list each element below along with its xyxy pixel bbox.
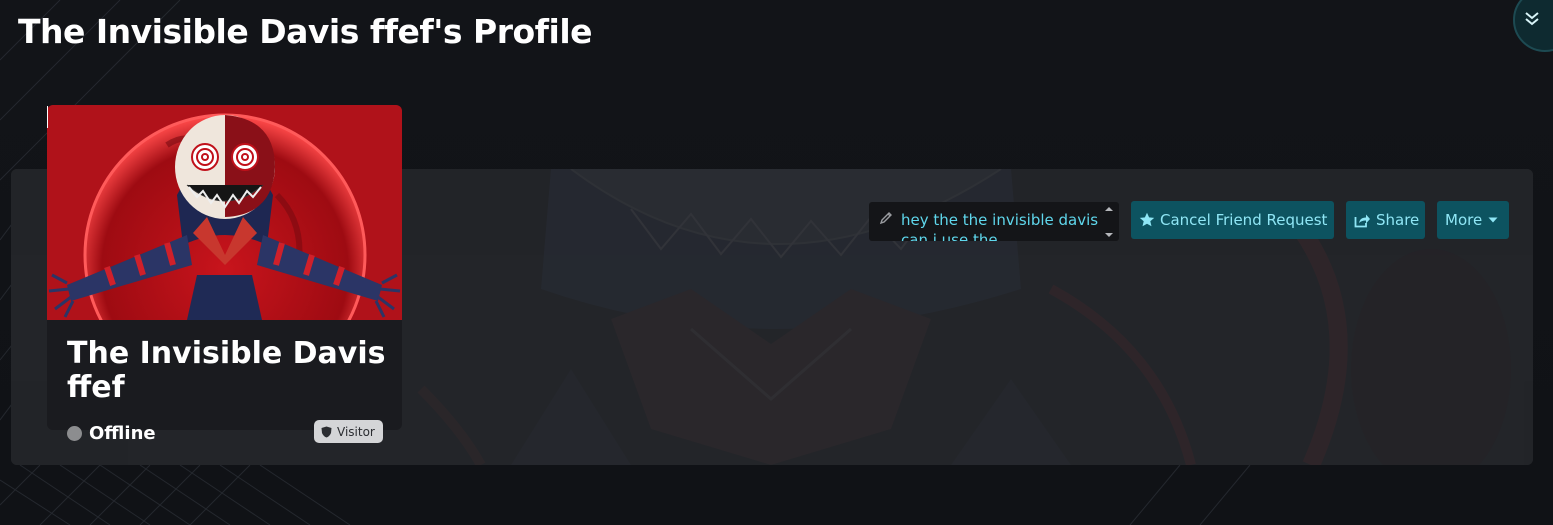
presence-status: Offline [67,423,156,444]
trust-rank-badge[interactable]: Visitor [314,420,383,443]
note-text[interactable]: hey the the invisible davis can i use th… [901,210,1101,241]
menu-icon[interactable] [1513,0,1553,52]
share-button[interactable]: Share [1346,201,1425,239]
note-scroll-arrows[interactable] [1103,206,1115,238]
shield-icon [321,426,332,437]
status-label: Offline [89,423,156,444]
status-dot-icon [67,426,82,441]
profile-note-input[interactable]: hey the the invisible davis can i use th… [869,202,1119,241]
pencil-icon [879,212,892,225]
page-title: The Invisible Davis ffef's Profile [18,12,593,51]
scroll-down-icon[interactable] [1104,232,1114,238]
profile-card: The Invisible Davis ffef [47,105,402,430]
chevrons-down-icon [1525,12,1539,26]
caret-down-icon [1488,217,1498,223]
profile-display-name: The Invisible Davis ffef [67,336,386,405]
profile-avatar[interactable] [47,105,402,320]
star-icon [1139,212,1155,227]
text-cursor [47,106,48,128]
scroll-up-icon[interactable] [1104,206,1114,212]
cancel-friend-request-button[interactable]: Cancel Friend Request [1131,201,1334,239]
share-label: Share [1376,211,1420,229]
more-label: More [1445,211,1483,229]
badge-label: Visitor [337,424,375,439]
profile-page: The Invisible Davis ffef's Profile The I… [0,0,1553,525]
more-dropdown-button[interactable]: More [1437,201,1509,239]
cancel-friend-request-label: Cancel Friend Request [1160,211,1328,229]
share-icon [1354,214,1370,227]
